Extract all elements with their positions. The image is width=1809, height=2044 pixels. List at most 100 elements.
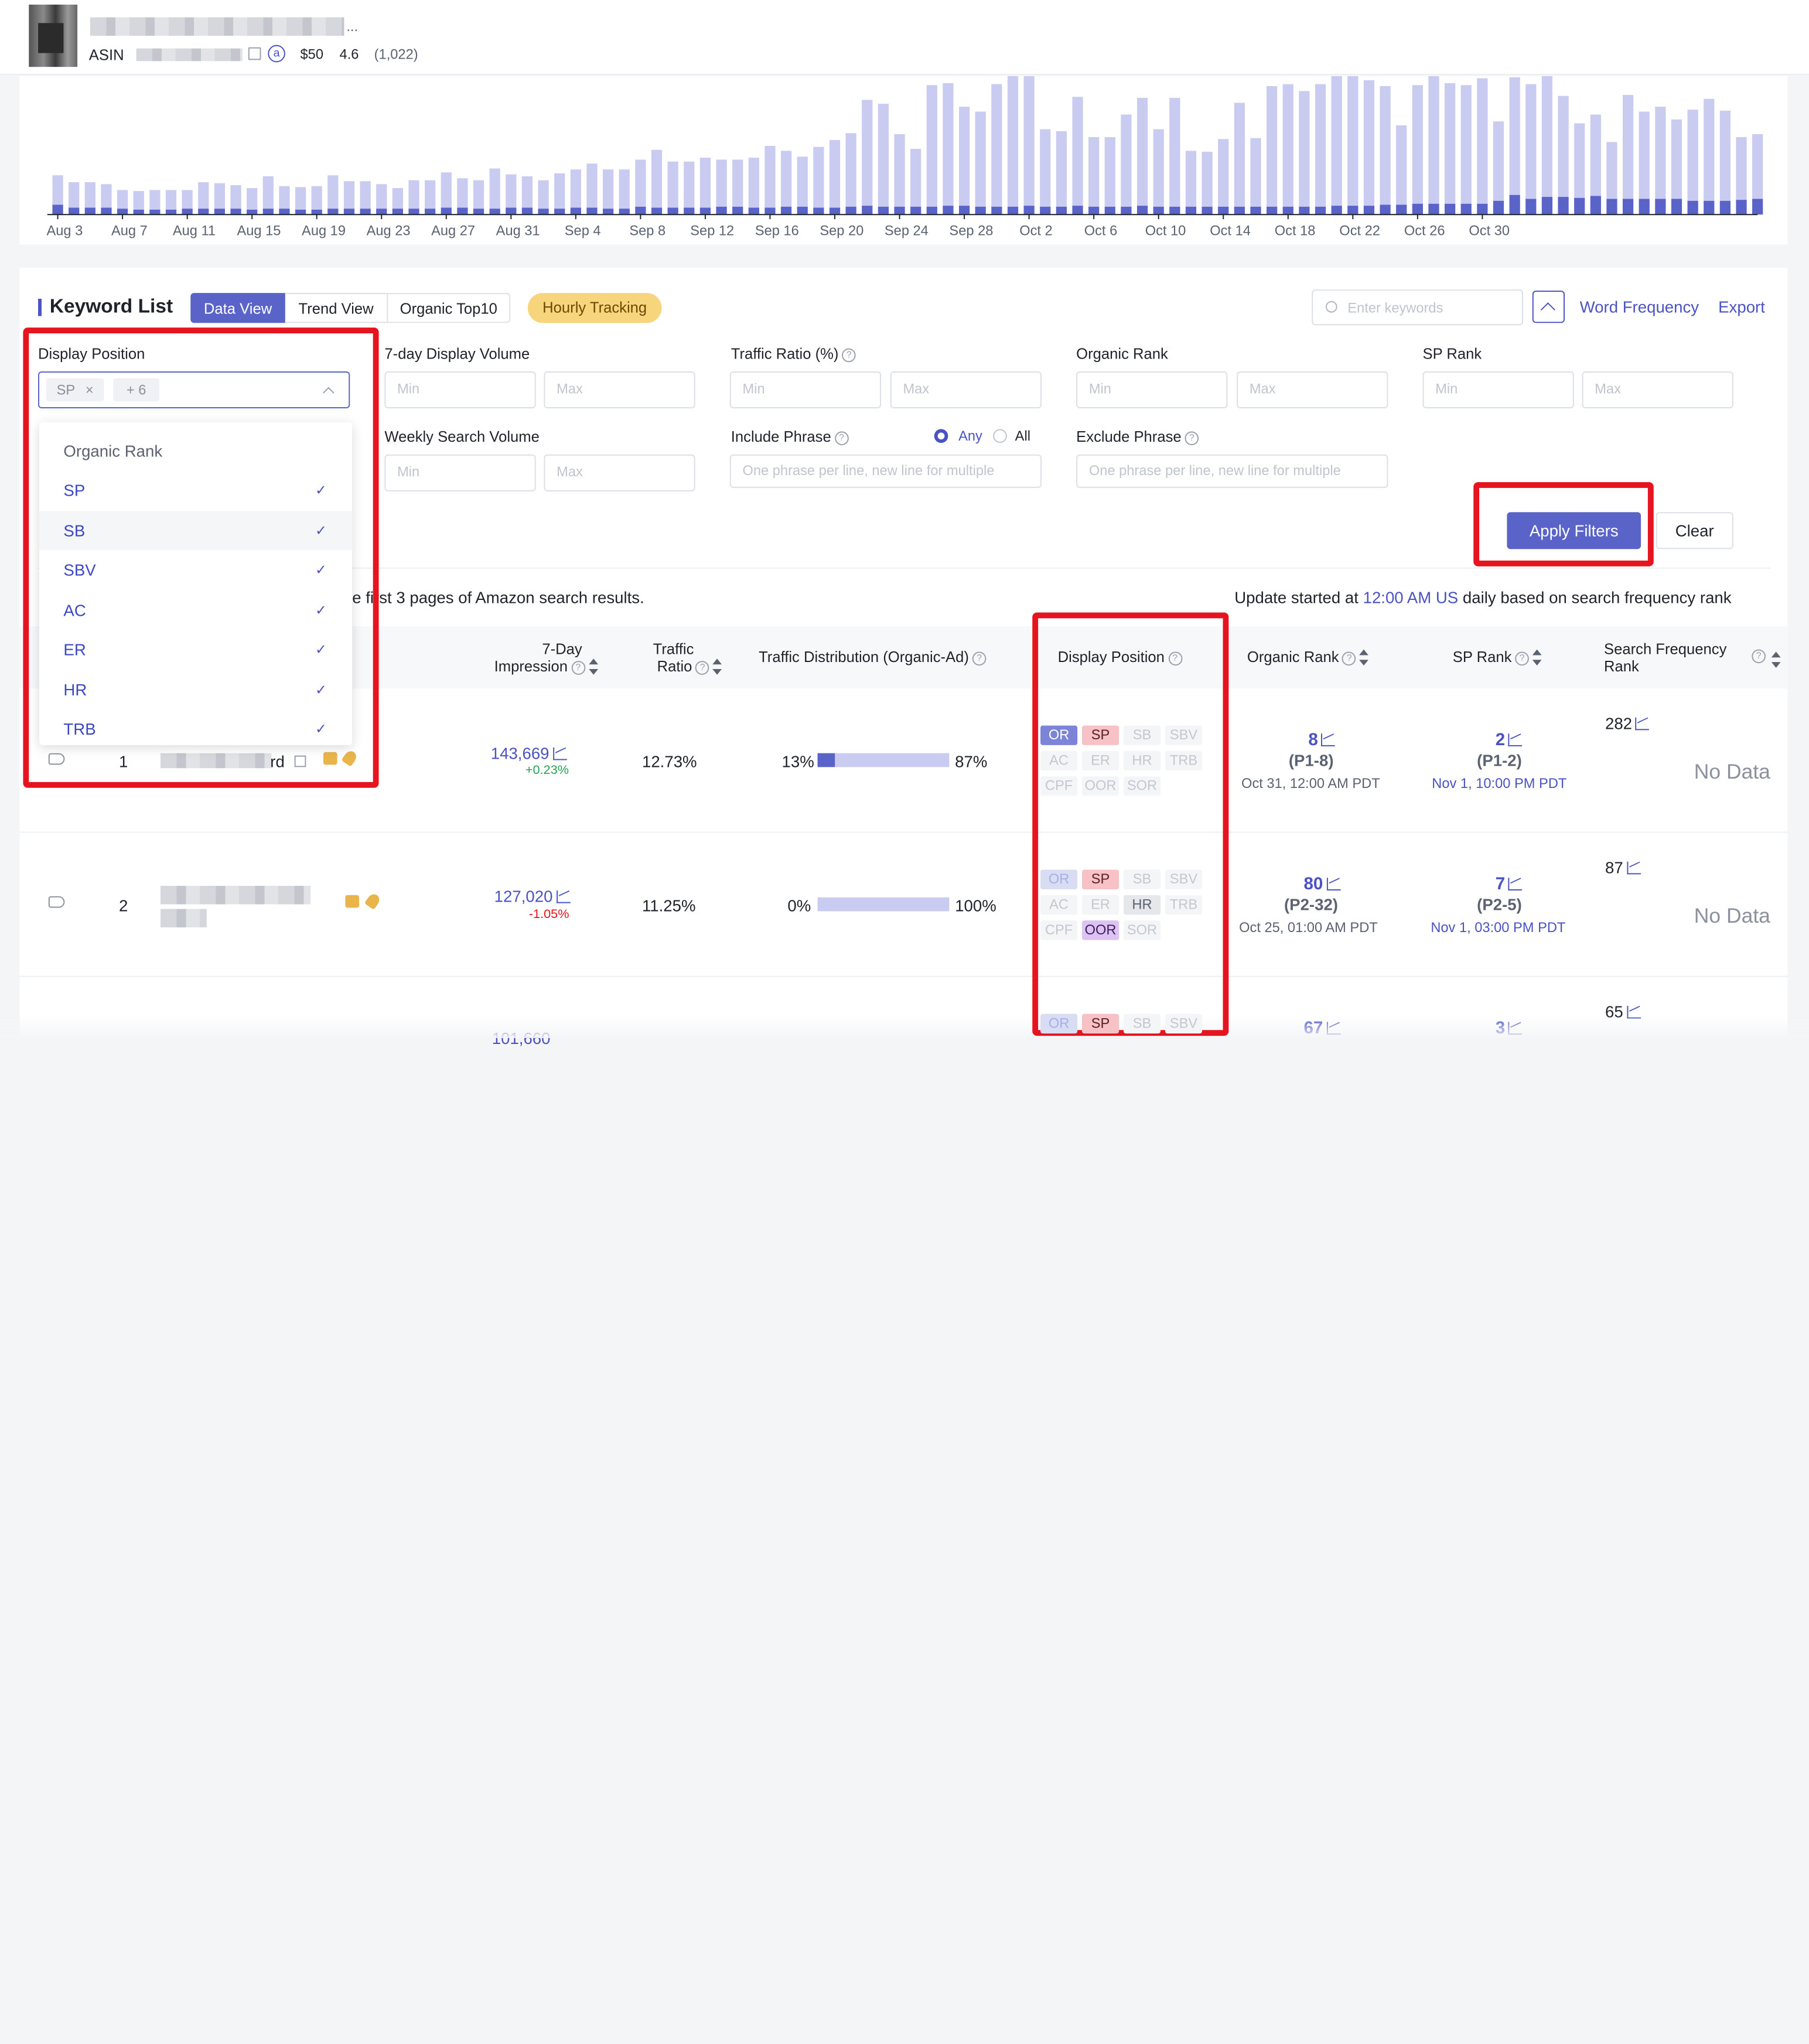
bar-segment-light[interactable]	[1104, 137, 1115, 207]
bar-segment-light[interactable]	[182, 190, 193, 209]
bar-segment-light[interactable]	[1412, 85, 1423, 204]
traffic-ratio-max[interactable]: Max	[890, 371, 1042, 408]
bar-segment-dark[interactable]	[1719, 200, 1731, 215]
bar-segment-dark[interactable]	[165, 209, 177, 215]
bar-segment-light[interactable]	[1639, 111, 1650, 199]
bar-segment-dark[interactable]	[1023, 206, 1035, 215]
bar-segment-dark[interactable]	[813, 207, 824, 215]
bar-segment-light[interactable]	[1347, 76, 1359, 206]
bar-segment-dark[interactable]	[1136, 206, 1148, 215]
organic-rank-value[interactable]: 80	[1303, 874, 1340, 894]
bar-segment-light[interactable]	[52, 175, 63, 205]
bar-segment-dark[interactable]	[1477, 203, 1488, 215]
bar-segment-light[interactable]	[360, 181, 371, 209]
bar-segment-light[interactable]	[343, 181, 355, 209]
bar-segment-light[interactable]	[441, 172, 452, 208]
trend-icon[interactable]	[1321, 733, 1336, 746]
bar-segment-dark[interactable]	[926, 206, 937, 215]
bar-segment-light[interactable]	[489, 168, 500, 209]
bar-segment-light[interactable]	[845, 133, 856, 207]
bar-segment-dark[interactable]	[506, 207, 517, 215]
include-phrase-input[interactable]: One phrase per line, new line for multip…	[729, 454, 1042, 488]
bar-segment-light[interactable]	[780, 151, 792, 207]
bar-segment-dark[interactable]	[586, 207, 598, 215]
bar-segment-light[interactable]	[958, 107, 970, 206]
bar-segment-dark[interactable]	[1380, 204, 1391, 215]
bar-segment-light[interactable]	[878, 104, 889, 207]
display-volume-min[interactable]: Min	[384, 371, 536, 408]
bar-segment-light[interactable]	[1541, 76, 1553, 197]
bar-segment-dark[interactable]	[214, 209, 226, 215]
bar-segment-light[interactable]	[943, 83, 954, 206]
keyword-suffix[interactable]: rd	[270, 752, 285, 771]
bar-segment-dark[interactable]	[538, 209, 549, 215]
sort-icon[interactable]	[1360, 649, 1369, 666]
bar-segment-dark[interactable]	[1234, 206, 1245, 215]
bar-segment-light[interactable]	[279, 186, 290, 209]
bar-segment-dark[interactable]	[1687, 200, 1698, 215]
sp-rank-min[interactable]: Min	[1422, 371, 1574, 408]
bar-segment-dark[interactable]	[425, 209, 436, 215]
bar-segment-light[interactable]	[619, 169, 630, 209]
bar-segment-dark[interactable]	[1007, 206, 1019, 215]
keyword-search-input[interactable]: Enter keywords	[1312, 289, 1524, 326]
bar-segment-light[interactable]	[699, 158, 711, 208]
impression-value[interactable]: 127,020	[494, 887, 571, 906]
bar-segment-dark[interactable]	[1331, 206, 1342, 215]
bar-segment-dark[interactable]	[554, 209, 565, 215]
bar-segment-light[interactable]	[603, 169, 614, 209]
bar-segment-dark[interactable]	[651, 207, 663, 215]
trend-icon[interactable]	[1326, 878, 1340, 890]
bar-segment-light[interactable]	[262, 176, 274, 209]
tag-icon[interactable]	[48, 896, 65, 908]
bar-segment-dark[interactable]	[295, 209, 306, 215]
bar-segment-light[interactable]	[425, 180, 436, 209]
bar-segment-dark[interactable]	[521, 207, 533, 215]
amazon-icon[interactable]: a	[268, 45, 285, 63]
bar-segment-light[interactable]	[975, 111, 986, 207]
bar-segment-dark[interactable]	[1363, 206, 1375, 215]
bar-segment-dark[interactable]	[1347, 206, 1359, 215]
bar-segment-dark[interactable]	[1185, 206, 1197, 215]
bar-segment-light[interactable]	[1704, 98, 1715, 201]
bar-segment-dark[interactable]	[1299, 206, 1310, 215]
bar-segment-dark[interactable]	[327, 209, 339, 215]
col-sp-rank[interactable]: SP Rank?	[1453, 649, 1542, 666]
bar-segment-dark[interactable]	[182, 209, 193, 215]
bar-segment-light[interactable]	[538, 180, 549, 209]
bar-segment-dark[interactable]	[635, 206, 646, 215]
dropdown-option-sb[interactable]: SB ✓	[39, 511, 353, 551]
bar-segment-light[interactable]	[1525, 84, 1537, 199]
trend-icon[interactable]	[1508, 878, 1523, 890]
bar-segment-light[interactable]	[1282, 84, 1293, 207]
dropdown-option-trb[interactable]: TRB ✓	[39, 709, 352, 745]
bar-segment-dark[interactable]	[247, 209, 258, 215]
dropdown-option-er[interactable]: ER ✓	[39, 630, 352, 669]
bar-segment-light[interactable]	[1428, 76, 1439, 204]
dropdown-option-sbv[interactable]: SBV ✓	[39, 550, 352, 589]
bar-segment-dark[interactable]	[732, 206, 743, 215]
weekly-search-min[interactable]: Min	[384, 454, 536, 492]
bar-segment-dark[interactable]	[343, 209, 355, 215]
bar-segment-light[interactable]	[1234, 103, 1245, 207]
bar-segment-light[interactable]	[1752, 134, 1763, 199]
bar-segment-light[interactable]	[651, 149, 663, 208]
bar-segment-light[interactable]	[230, 185, 241, 209]
bar-segment-dark[interactable]	[667, 207, 678, 215]
bar-segment-dark[interactable]	[845, 206, 856, 215]
bar-segment-dark[interactable]	[684, 207, 695, 215]
trend-icon[interactable]	[556, 890, 571, 903]
col-search-frequency-rank[interactable]: Search Frequency Rank	[1604, 640, 1726, 675]
bar-segment-light[interactable]	[1396, 125, 1407, 205]
bar-segment-light[interactable]	[1558, 95, 1569, 197]
bar-segment-light[interactable]	[554, 173, 565, 209]
bar-segment-light[interactable]	[295, 187, 306, 210]
bar-segment-light[interactable]	[1136, 98, 1148, 206]
export-link[interactable]: Export	[1718, 298, 1765, 316]
bar-segment-light[interactable]	[1007, 76, 1019, 207]
bar-segment-light[interactable]	[1202, 152, 1213, 207]
bar-segment-light[interactable]	[862, 100, 873, 206]
bar-segment-dark[interactable]	[748, 207, 759, 215]
bar-segment-light[interactable]	[926, 85, 937, 207]
bar-segment-light[interactable]	[1655, 107, 1666, 199]
